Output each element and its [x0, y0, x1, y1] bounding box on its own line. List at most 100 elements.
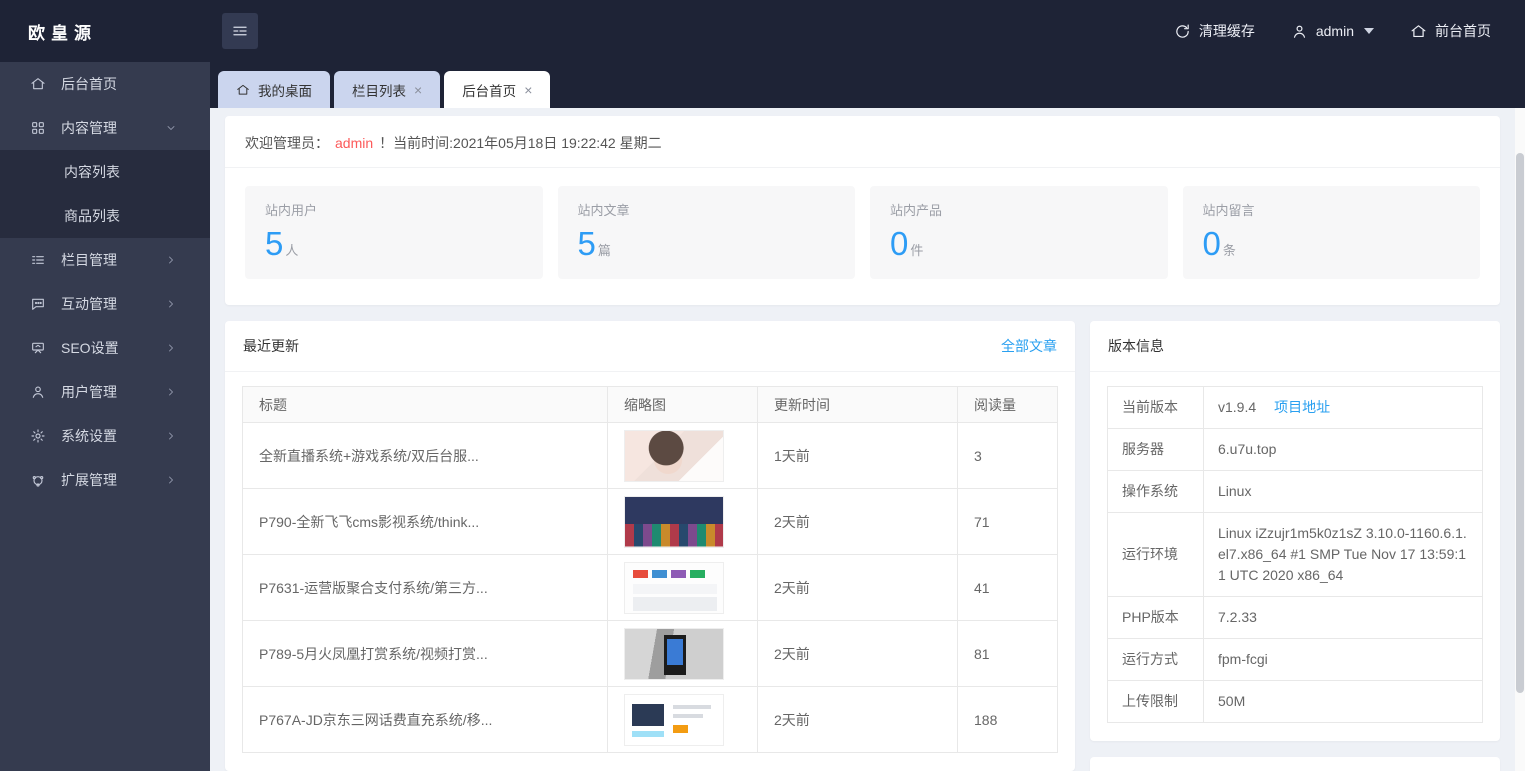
table-row[interactable]: P7631-运营版聚合支付系统/第三方... 2天前 41 — [243, 555, 1058, 621]
main-content: 欢迎管理员：admin！当前时间:2021年05月18日 19:22:42 星期… — [210, 108, 1515, 771]
sidebar-item-label: 栏目管理 — [61, 250, 117, 270]
sidebar-item-dashboard[interactable]: 后台首页 — [0, 62, 210, 106]
stat-label: 站内产品 — [890, 200, 1148, 219]
welcome-card: 欢迎管理员：admin！当前时间:2021年05月18日 19:22:42 星期… — [225, 116, 1500, 305]
home-icon — [30, 76, 46, 92]
stat-card-articles: 站内文章 5篇 — [558, 186, 856, 279]
topbar: 欧皇源 清理缓存 admin — [0, 0, 1525, 62]
chevron-right-icon — [165, 430, 177, 442]
sidebar-item-seo[interactable]: SEO设置 — [0, 326, 210, 370]
gear-icon — [30, 428, 46, 444]
panel-title: 版本信息 — [1108, 336, 1164, 356]
chat-icon — [30, 296, 46, 312]
column-header-time: 更新时间 — [758, 387, 958, 423]
tab-my-desktop[interactable]: 我的桌面 — [218, 71, 330, 108]
stat-unit: 篇 — [598, 243, 611, 258]
article-time: 2天前 — [758, 687, 958, 753]
welcome-prefix: 欢迎管理员： — [245, 135, 329, 151]
tab-column-list[interactable]: 栏目列表 × — [334, 71, 440, 108]
article-title[interactable]: P789-5月火凤凰打赏系统/视频打赏... — [243, 621, 608, 687]
topbar-actions: 清理缓存 admin 前台首页 — [1174, 21, 1525, 41]
sidebar-item-columns[interactable]: 栏目管理 — [0, 238, 210, 282]
stat-value: 5 — [578, 225, 596, 262]
sidebar-collapse-button[interactable] — [222, 13, 258, 49]
welcome-admin-name: admin — [335, 135, 373, 151]
article-thumbnail — [624, 628, 724, 680]
table-row[interactable]: P767A-JD京东三网话费直充系统/移... 2天前 188 — [243, 687, 1058, 753]
sidebar-item-label: 用户管理 — [61, 382, 117, 402]
article-title[interactable]: P790-全新飞飞cms影视系统/think... — [243, 489, 608, 555]
article-title[interactable]: P7631-运营版聚合支付系统/第三方... — [243, 555, 608, 621]
app-logo: 欧皇源 — [0, 19, 210, 44]
home-icon — [236, 83, 250, 97]
stat-card-messages: 站内留言 0条 — [1183, 186, 1481, 279]
clear-cache-label: 清理缓存 — [1199, 21, 1255, 41]
stat-label: 站内留言 — [1203, 200, 1461, 219]
tab-backend-home[interactable]: 后台首页 × — [444, 71, 550, 108]
tab-label: 后台首页 — [462, 80, 516, 100]
chevron-down-icon — [165, 122, 177, 134]
recent-updates-panel: 最近更新 全部文章 标题 缩略图 更新时间 阅读量 — [225, 321, 1075, 771]
panel-title: 最近更新 — [243, 336, 299, 356]
sidebar-submenu-content: 内容列表 商品列表 — [0, 150, 210, 238]
username: admin — [1316, 23, 1354, 39]
tab-bar: 我的桌面 栏目列表 × 后台首页 × — [210, 62, 1525, 108]
article-time: 2天前 — [758, 489, 958, 555]
sidebar-item-extensions[interactable]: 扩展管理 — [0, 458, 210, 502]
sidebar-item-label: 商品列表 — [64, 206, 120, 226]
refresh-icon — [1174, 23, 1191, 40]
table-row: 操作系统 Linux — [1108, 471, 1483, 513]
version-info-table: 当前版本 v1.9.4项目地址 服务器 6.u7u.top 操作系统 Linux — [1107, 386, 1483, 723]
user-menu[interactable]: admin — [1291, 23, 1374, 40]
article-views: 41 — [958, 555, 1058, 621]
sidebar-item-content-list[interactable]: 内容列表 — [0, 150, 210, 194]
version-value: 7.2.33 — [1204, 597, 1483, 639]
all-articles-link[interactable]: 全部文章 — [1001, 336, 1057, 356]
chevron-right-icon — [165, 342, 177, 354]
version-label: 上传限制 — [1108, 681, 1204, 723]
close-icon[interactable]: × — [524, 83, 532, 97]
chevron-down-icon — [1364, 28, 1374, 34]
scrollbar-thumb[interactable] — [1516, 153, 1524, 693]
table-row[interactable]: P790-全新飞飞cms影视系统/think... 2天前 71 — [243, 489, 1058, 555]
chevron-right-icon — [165, 254, 177, 266]
table-row[interactable]: 全新直播系统+游戏系统/双后台服... 1天前 3 — [243, 423, 1058, 489]
project-url-link[interactable]: 项目地址 — [1274, 399, 1330, 415]
table-row: PHP版本 7.2.33 — [1108, 597, 1483, 639]
column-header-thumbnail: 缩略图 — [608, 387, 758, 423]
sidebar-item-label: 互动管理 — [61, 294, 117, 314]
table-row: 上传限制 50M — [1108, 681, 1483, 723]
article-views: 71 — [958, 489, 1058, 555]
welcome-message: 欢迎管理员：admin！当前时间:2021年05月18日 19:22:42 星期… — [225, 116, 1500, 168]
sidebar-item-interaction[interactable]: 互动管理 — [0, 282, 210, 326]
frontend-home-button[interactable]: 前台首页 — [1410, 21, 1491, 41]
home-icon — [1410, 23, 1427, 40]
tab-label: 栏目列表 — [352, 80, 406, 100]
article-title[interactable]: P767A-JD京东三网话费直充系统/移... — [243, 687, 608, 753]
stat-label: 站内文章 — [578, 200, 836, 219]
stat-unit: 件 — [910, 243, 923, 258]
article-title[interactable]: 全新直播系统+游戏系统/双后台服... — [243, 423, 608, 489]
sidebar-item-content[interactable]: 内容管理 — [0, 106, 210, 150]
table-row: 服务器 6.u7u.top — [1108, 429, 1483, 471]
table-header-row: 标题 缩略图 更新时间 阅读量 — [243, 387, 1058, 423]
extension-icon — [30, 472, 46, 488]
stat-card-users: 站内用户 5人 — [245, 186, 543, 279]
version-value: fpm-fcgi — [1204, 639, 1483, 681]
sidebar-item-settings[interactable]: 系统设置 — [0, 414, 210, 458]
tab-label: 我的桌面 — [258, 80, 312, 100]
article-time: 2天前 — [758, 555, 958, 621]
version-value: Linux — [1204, 471, 1483, 513]
stat-label: 站内用户 — [265, 200, 523, 219]
sidebar-item-label: 后台首页 — [61, 74, 117, 94]
close-icon[interactable]: × — [414, 83, 422, 97]
chevron-right-icon — [165, 298, 177, 310]
table-row[interactable]: P789-5月火凤凰打赏系统/视频打赏... 2天前 81 — [243, 621, 1058, 687]
page-scrollbar[interactable] — [1515, 108, 1525, 771]
clear-cache-button[interactable]: 清理缓存 — [1174, 21, 1255, 41]
sidebar-item-users[interactable]: 用户管理 — [0, 370, 210, 414]
sidebar-item-label: 内容管理 — [61, 118, 117, 138]
sidebar-item-product-list[interactable]: 商品列表 — [0, 194, 210, 238]
version-label: 运行方式 — [1108, 639, 1204, 681]
stat-card-products: 站内产品 0件 — [870, 186, 1168, 279]
